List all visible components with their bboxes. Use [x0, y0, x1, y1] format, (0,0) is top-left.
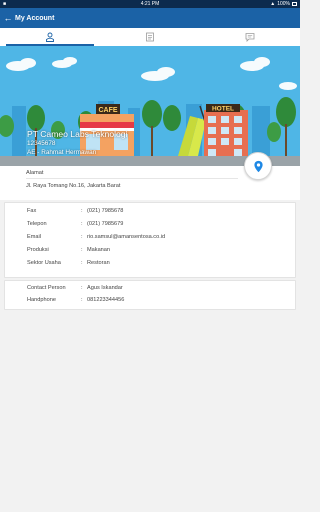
detail-value: (021) 7985678 — [87, 208, 124, 214]
document-icon — [146, 32, 154, 42]
contact-row-person: Contact Person : Agus Iskandar — [27, 285, 123, 291]
detail-row-fax: Fax : (021) 7985678 — [27, 208, 123, 214]
address-value: Jl. Raya Tomang No.16, Jakarta Barat — [26, 183, 121, 189]
page-title: My Account — [15, 14, 55, 22]
account-executive: AE - Rahmat Hermawan — [27, 149, 97, 156]
location-button[interactable] — [244, 152, 272, 180]
detail-key: Telepon — [27, 221, 47, 227]
detail-key: Fax — [27, 208, 37, 214]
tab-profile[interactable] — [0, 28, 100, 46]
cafe-sign: CAFE — [98, 107, 117, 114]
app-bar: ← My Account — [0, 8, 300, 28]
detail-row-email: Email : rio.samsul@amansentosa.co.id — [27, 234, 165, 240]
detail-value: Restoran — [87, 260, 110, 266]
contact-key: Contact Person — [27, 285, 66, 291]
hotel-sign: HOTEL — [212, 106, 234, 113]
contact-value: Agus Iskandar — [87, 285, 123, 291]
battery-level: 100% — [277, 1, 290, 7]
address-label: Alamat — [26, 170, 44, 176]
company-id: 12345678 — [27, 140, 56, 147]
detail-row-produksi: Produksi : Makanan — [27, 247, 110, 253]
status-indicators: ▲ 100% — [270, 1, 297, 7]
chat-icon — [245, 33, 255, 42]
status-bar: ■ 4:21 PM ▲ 100% — [0, 0, 300, 8]
address-divider — [26, 178, 238, 179]
battery-icon — [292, 2, 297, 6]
details-card: Fax : (021) 7985678 Telepon : (021) 7985… — [4, 202, 296, 278]
map-pin-icon — [253, 160, 263, 172]
tab-chat[interactable] — [200, 28, 300, 46]
contact-value[interactable]: 081223344456 — [87, 297, 124, 303]
back-arrow-icon[interactable]: ← — [1, 13, 15, 23]
detail-value: Makanan — [87, 247, 111, 253]
company-name: PT Cameo Labs Teknologi — [27, 129, 128, 139]
detail-key: Email — [27, 234, 41, 240]
company-info: PT Cameo Labs Teknologi 12345678 AE - Ra… — [27, 129, 127, 157]
detail-key: Produksi — [27, 247, 49, 253]
contact-card: Contact Person : Agus Iskandar Handphone… — [4, 280, 296, 310]
detail-row-sektor-usaha: Sektor Usaha : Restoran — [27, 260, 110, 266]
detail-row-telepon: Telepon : (021) 7985679 — [27, 221, 123, 227]
person-icon — [46, 32, 54, 42]
tab-document[interactable] — [100, 28, 200, 46]
contact-key: Handphone — [27, 297, 56, 303]
contact-row-handphone: Handphone : 081223344456 — [27, 297, 124, 303]
detail-value[interactable]: rio.samsul@amansentosa.co.id — [87, 234, 165, 240]
wifi-icon: ▲ — [270, 1, 276, 7]
company-banner: CAFE HOTEL PT Cameo Labs Teknologi 12345… — [0, 46, 300, 166]
detail-key: Sektor Usaha — [27, 260, 61, 266]
detail-value: (021) 7985679 — [87, 221, 124, 227]
status-time: 4:21 PM — [140, 1, 160, 7]
tab-bar — [0, 28, 300, 46]
